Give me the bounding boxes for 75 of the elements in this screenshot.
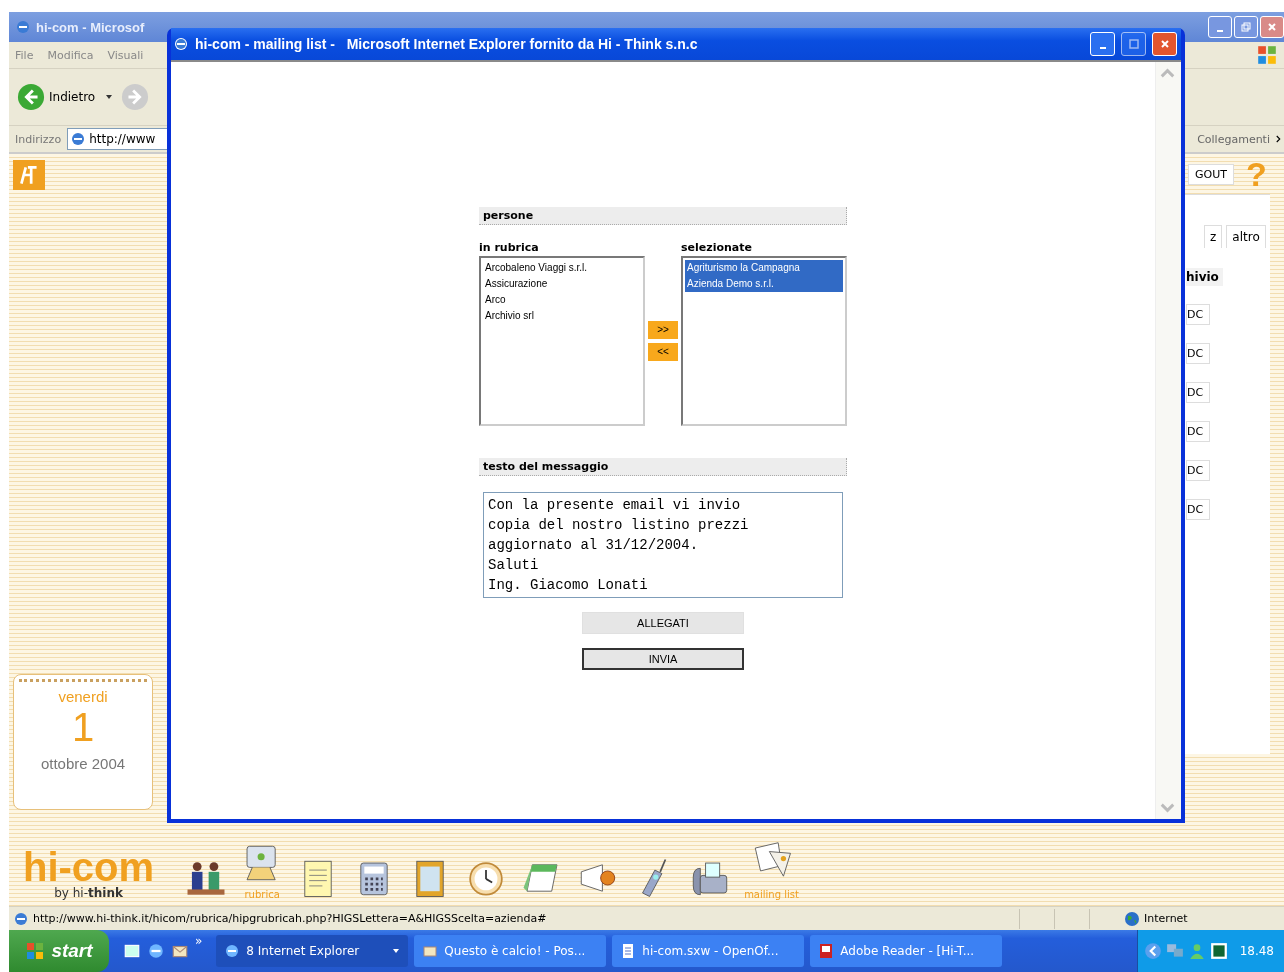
- section-header: testo del messaggio: [479, 458, 847, 476]
- address-label: Indirizzo: [15, 132, 62, 146]
- letter-tab[interactable]: z: [1204, 225, 1223, 248]
- taskbar-button[interactable]: hi-com.sxw - OpenOf...: [612, 935, 805, 967]
- taskbar-button[interactable]: Adobe Reader - [Hi-T...: [810, 935, 1003, 967]
- row-button[interactable]: DC: [1186, 460, 1211, 481]
- message-field[interactable]: Con la presente email vi invio copia del nostro listino prezzi aggiornato al 31/12/2004. Saluti Ing. Giacomo Lonati: [483, 492, 843, 598]
- close-icon: [1267, 22, 1277, 32]
- calendar-month: ottobre 2004: [40, 755, 126, 772]
- maximize-icon: [1128, 39, 1139, 49]
- list-item[interactable]: Arcobaleno Viaggi s.r.l.: [483, 260, 641, 276]
- brand-byline: by hi-think: [54, 886, 123, 900]
- browser-icon: [224, 943, 241, 959]
- links-label[interactable]: Collegamenti: [1197, 132, 1270, 146]
- start-button[interactable]: start: [9, 930, 109, 972]
- selected-listbox[interactable]: Agriturismo la Campagna Azienda Demo s.r.l.: [681, 256, 847, 426]
- status-url: http://www.hi-think.it/hicom/rubrica/hipgrubricah.php?HIGSLettera=A&HIGSScelta=azienda#: [33, 912, 547, 925]
- minimize-button[interactable]: [1208, 16, 1232, 38]
- dropdown-caret-icon: [105, 93, 114, 101]
- section-header: persone: [479, 207, 847, 225]
- row-button[interactable]: DC: [1186, 343, 1211, 364]
- restore-icon: [1241, 22, 1251, 32]
- chevron-icon[interactable]: [1276, 135, 1282, 143]
- remove-button[interactable]: <<: [648, 342, 678, 361]
- row-button[interactable]: DC: [1186, 382, 1211, 403]
- maximize-button[interactable]: [1121, 32, 1146, 56]
- window-title: hi-com - mailing list - Microsoft Internet Explorer fornito da Hi - Think s.n.c: [195, 36, 698, 52]
- list-item[interactable]: Archivio srl: [483, 308, 641, 324]
- back-button[interactable]: Indietro: [15, 81, 116, 113]
- send-button[interactable]: INVIA: [582, 648, 744, 670]
- contacts-listbox[interactable]: Arcobaleno Viaggi s.r.l. Assicurazione Arco Archivio srl: [479, 256, 645, 426]
- add-button[interactable]: >>: [648, 320, 678, 339]
- app-tray-icon[interactable]: [1209, 942, 1228, 960]
- list-item[interactable]: Assicurazione: [483, 276, 641, 292]
- restore-button[interactable]: [1234, 16, 1258, 38]
- column-header: hivio: [1186, 268, 1223, 286]
- taskbar-button[interactable]: 8 Internet Explorer: [216, 935, 409, 967]
- close-button[interactable]: [1260, 16, 1284, 38]
- close-icon: [1159, 39, 1170, 49]
- logout-button[interactable]: GOUT: [1188, 163, 1234, 185]
- page-icon: [13, 910, 29, 927]
- brand-logo: hi-com: [23, 848, 155, 886]
- minimize-icon: [1099, 47, 1106, 49]
- minimize-icon: [1217, 30, 1223, 32]
- window-title: hi-com - Microsof: [36, 19, 145, 35]
- taskbar-button[interactable]: Questo è calcio! - Pos...: [414, 935, 607, 967]
- browser-icon[interactable]: [147, 942, 165, 960]
- letter-tab[interactable]: altro: [1226, 225, 1266, 248]
- more-button[interactable]: »: [195, 934, 203, 948]
- pdf-icon: [818, 943, 835, 959]
- envelope-icon: [422, 943, 439, 959]
- calendar-day: 1: [71, 705, 95, 749]
- list-item[interactable]: Agriturismo la Campagna: [685, 260, 843, 276]
- windows-logo-icon: [1256, 44, 1278, 66]
- list-label: selezionate: [681, 241, 753, 254]
- caret-icon: [392, 947, 401, 955]
- clock: 18.48: [1239, 944, 1274, 958]
- browser-icon: [173, 36, 189, 52]
- list-item[interactable]: Arco: [483, 292, 641, 308]
- row-button[interactable]: DC: [1186, 499, 1211, 520]
- logo-icon: [13, 160, 45, 190]
- list-item[interactable]: Azienda Demo s.r.l.: [685, 276, 843, 292]
- desktop-icon[interactable]: [123, 942, 141, 960]
- minimize-button[interactable]: [1090, 32, 1115, 56]
- attachments-button[interactable]: ALLEGATI: [582, 612, 744, 634]
- globe-icon: [1124, 910, 1140, 927]
- list-label: in rubrica: [479, 241, 540, 254]
- windows-logo-icon: [25, 941, 46, 961]
- page-icon: [70, 131, 87, 147]
- security-zone: Internet: [1144, 912, 1189, 925]
- calendar-weekday: venerdi: [58, 688, 108, 705]
- browser-icon: [15, 19, 31, 35]
- row-button[interactable]: DC: [1186, 304, 1211, 325]
- close-button[interactable]: [1152, 32, 1177, 56]
- row-button[interactable]: DC: [1186, 421, 1211, 442]
